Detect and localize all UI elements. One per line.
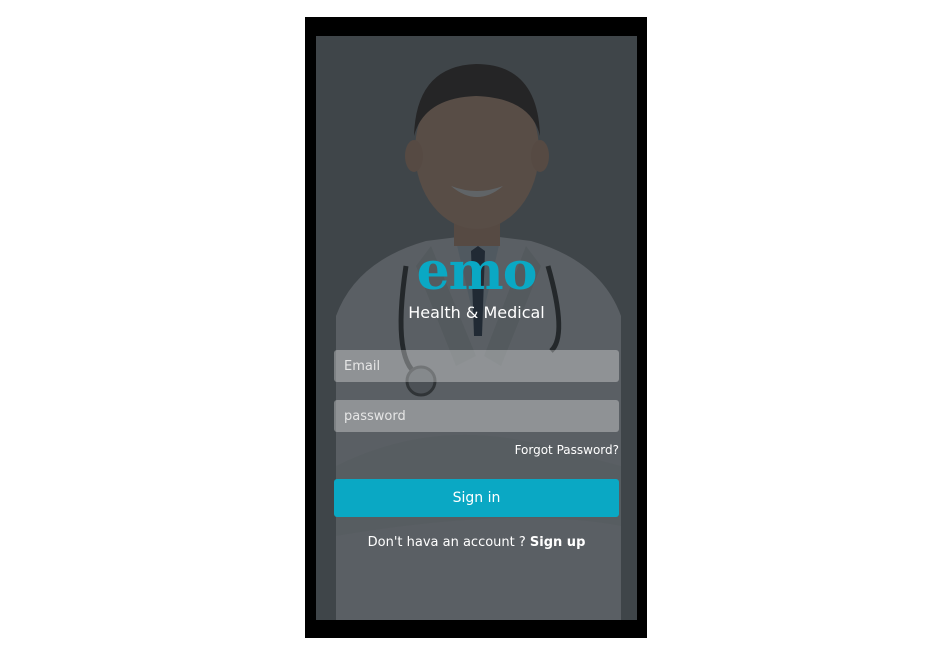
signup-row: Don't hava an account ? Sign up (316, 533, 637, 553)
brand-logo: emo (416, 241, 538, 302)
phone-frame: emo Health & Medical Forgot Password? Si… (305, 17, 647, 638)
email-input[interactable] (334, 350, 619, 382)
login-screen: emo Health & Medical Forgot Password? Si… (316, 36, 637, 620)
brand-tagline: Health & Medical (408, 303, 545, 322)
signup-prompt: Don't hava an account ? (367, 535, 530, 550)
forgot-password-link[interactable]: Forgot Password? (515, 441, 619, 459)
signup-link[interactable]: Sign up (530, 535, 585, 550)
password-input[interactable] (334, 400, 619, 432)
login-content: emo Health & Medical Forgot Password? Si… (316, 36, 637, 620)
signin-button[interactable]: Sign in (334, 479, 619, 517)
